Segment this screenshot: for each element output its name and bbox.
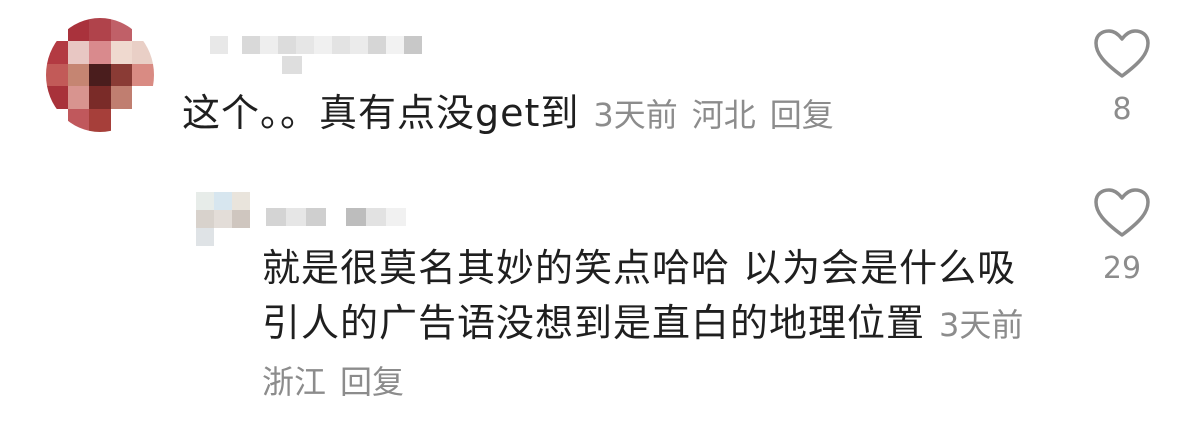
comment-time: 3天前 [939, 306, 1024, 344]
heart-outline-icon [1094, 188, 1150, 237]
reply-button[interactable]: 回复 [340, 363, 404, 401]
username-blurred[interactable] [210, 36, 422, 54]
heart-outline-icon [1094, 29, 1150, 78]
comment-2: 就是很莫名其妙的笑点哈哈 以为会是什么吸引人的广告语没想到是直白的地理位置 3天前… [262, 241, 1042, 410]
comment-1: 这个。。真有点没get到 3天前 河北 回复 [182, 91, 834, 137]
comment-time: 3天前 [593, 96, 678, 134]
like-count: 8 [1112, 92, 1132, 127]
reply-button[interactable]: 回复 [770, 96, 834, 134]
username-blurred-tail [282, 56, 302, 74]
like-button[interactable]: 29 [1092, 187, 1152, 286]
reply-avatar[interactable] [196, 192, 250, 246]
comment-text: 就是很莫名其妙的笑点哈哈 以为会是什么吸引人的广告语没想到是直白的地理位置 [262, 246, 1017, 345]
comment-location: 浙江 [262, 363, 327, 401]
comment-thread: 这个。。真有点没get到 3天前 河北 回复 8 就是很莫名其妙的笑点哈哈 以为会是什… [0, 0, 1200, 423]
comment-text: 这个。。真有点没get到 [182, 91, 580, 135]
avatar[interactable] [46, 18, 154, 132]
reply-username-blurred[interactable] [266, 208, 406, 226]
comment-location: 河北 [691, 96, 756, 134]
like-button[interactable]: 8 [1092, 28, 1152, 127]
like-count: 29 [1102, 251, 1142, 286]
